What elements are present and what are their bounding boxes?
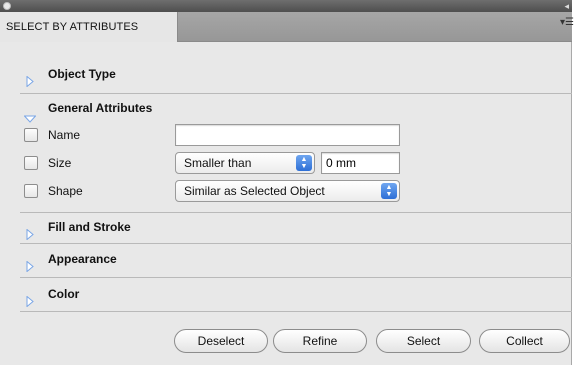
section-general-attributes[interactable]: General Attributes <box>0 94 572 123</box>
shape-checkbox[interactable] <box>24 184 38 198</box>
divider <box>20 277 572 278</box>
select-by-attributes-panel: ◂ SELECT BY ATTRIBUTES ▾☰ Object Type Ge… <box>0 0 578 365</box>
shape-similarity-select[interactable]: Similar as Selected Object ▲ ▼ <box>175 180 400 202</box>
select-stepper-icon: ▲ ▼ <box>296 155 312 171</box>
size-label: Size <box>48 156 72 170</box>
shape-label: Shape <box>48 184 83 198</box>
deselect-button[interactable]: Deselect <box>174 329 268 353</box>
select-button[interactable]: Select <box>376 329 471 353</box>
refine-button[interactable]: Refine <box>273 329 367 353</box>
disclosure-collapsed-icon[interactable] <box>26 289 34 317</box>
section-label: Color <box>48 287 80 301</box>
section-label: General Attributes <box>48 101 153 115</box>
section-object-type[interactable]: Object Type <box>0 60 572 88</box>
size-comparison-select[interactable]: Smaller than ▲ ▼ <box>175 152 315 174</box>
section-appearance[interactable]: Appearance <box>0 245 572 273</box>
section-label: Object Type <box>48 67 116 81</box>
section-color[interactable]: Color <box>0 280 572 308</box>
divider <box>20 243 572 244</box>
panel-menu-icon[interactable]: ▾☰ <box>560 17 574 29</box>
name-checkbox[interactable] <box>24 128 38 142</box>
size-checkbox[interactable] <box>24 156 38 170</box>
section-fill-and-stroke[interactable]: Fill and Stroke <box>0 213 572 241</box>
section-label: Fill and Stroke <box>48 220 131 234</box>
divider <box>20 311 572 312</box>
name-input[interactable] <box>175 124 400 146</box>
collapse-icon[interactable]: ◂ <box>564 0 569 12</box>
section-label: Appearance <box>48 252 117 266</box>
tab-select-by-attributes[interactable]: SELECT BY ATTRIBUTES <box>0 12 178 42</box>
select-stepper-icon: ▲ ▼ <box>381 183 397 199</box>
shape-similarity-value: Similar as Selected Object <box>184 184 325 198</box>
size-comparison-value: Smaller than <box>184 156 252 170</box>
panel-content: Object Type General Attributes Name Size… <box>0 42 572 365</box>
close-icon[interactable] <box>3 2 11 10</box>
size-value-input[interactable] <box>321 152 400 174</box>
panel-titlebar[interactable]: ◂ <box>0 0 572 12</box>
name-label: Name <box>48 128 81 142</box>
collect-button[interactable]: Collect <box>479 329 570 353</box>
